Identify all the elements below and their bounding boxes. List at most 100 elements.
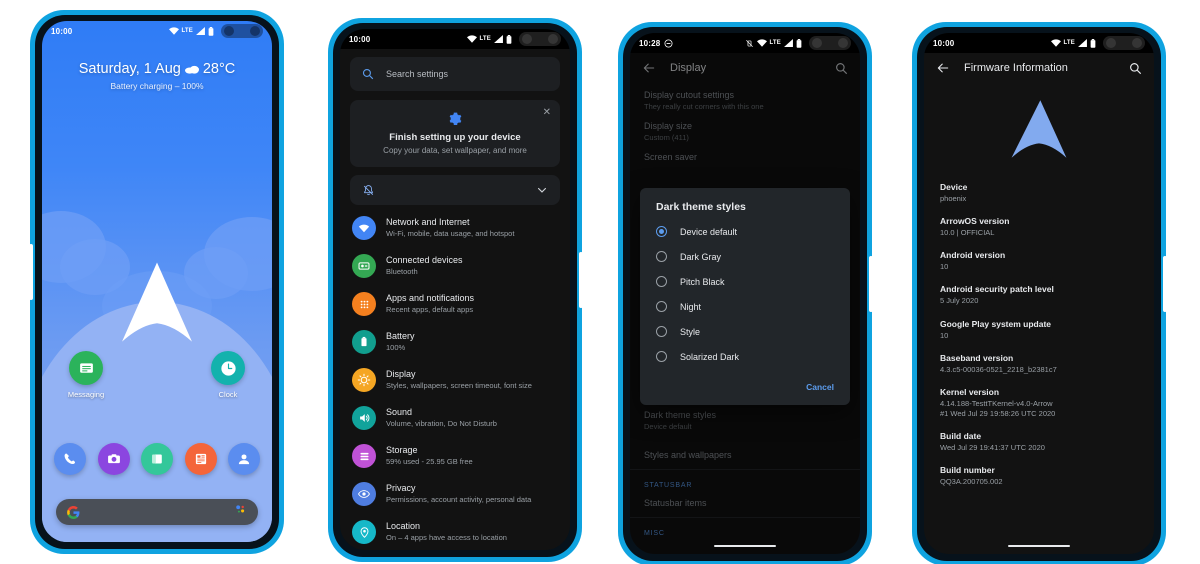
search-input[interactable]: Search settings [386, 69, 448, 79]
back-arrow-icon[interactable] [936, 61, 950, 75]
search-settings-bar[interactable]: Search settings [350, 57, 560, 91]
statusbar: 10:00 LTE [340, 29, 570, 49]
firmware-row-baseband[interactable]: Baseband version 4.3.c5-00036-0521_2218_… [924, 347, 1154, 381]
phone-3-screen: 10:28 LTE Display Display cutout setting… [630, 33, 860, 554]
network-type-label: LTE [769, 40, 781, 46]
firmware-row-android-version[interactable]: Android version 10 [924, 244, 1154, 278]
option-label: Pitch Black [680, 276, 725, 287]
row-title: Baseband version [940, 352, 1014, 363]
row-value: 10.0 | OFFICIAL [940, 228, 995, 238]
google-assistant-icon[interactable] [234, 503, 247, 521]
cloud-icon [184, 65, 199, 74]
setup-suggestion-card[interactable]: ✕ Finish setting up your device Copy you… [350, 100, 560, 167]
settings-item-display[interactable]: Display Styles, wallpapers, screen timeo… [340, 361, 570, 399]
dialog-title: Dark theme styles [656, 201, 746, 213]
row-value: 4.14.188-TesttTKernel-v4.0-Arrow #1 Wed … [940, 398, 1056, 418]
clock-widget[interactable]: Saturday, 1 Aug 28°C [42, 61, 272, 77]
sound-icon [352, 406, 376, 430]
signal-icon [494, 35, 503, 43]
calculator-icon[interactable] [184, 443, 217, 475]
settings-item-connected-devices[interactable]: Connected devices Bluetooth [340, 247, 570, 285]
network-type-label: LTE [1063, 40, 1075, 46]
google-g-icon [67, 505, 80, 519]
firmware-row-arrowos-version[interactable]: ArrowOS version 10.0 | OFFICIAL [924, 210, 1154, 244]
battery-icon [796, 38, 802, 48]
item-subtitle: Volume, vibration, Do Not Disturb [386, 419, 497, 429]
settings-item-storage[interactable]: Storage 59% used - 25.95 GB free [340, 437, 570, 475]
close-icon[interactable]: ✕ [543, 108, 551, 118]
radio-option-pitch-black[interactable]: Pitch Black [640, 269, 850, 294]
statusbar-clock: 10:00 [933, 38, 955, 48]
navigation-gesture-pill[interactable] [1008, 544, 1070, 547]
phone-2-screen: 10:00 LTE Search settings ✕ Finish setti… [340, 29, 570, 550]
radio-option-style[interactable]: Style [640, 319, 850, 344]
files-icon[interactable] [141, 443, 173, 475]
settings-item-battery[interactable]: Battery 100% [340, 323, 570, 361]
settings-item-network[interactable]: Network and Internet Wi-Fi, mobile, data… [340, 209, 570, 247]
row-value: phoenix [940, 194, 967, 203]
contacts-icon[interactable] [228, 443, 260, 475]
radio-option-device-default[interactable]: Device default [640, 219, 850, 244]
item-subtitle: Permissions, account activity, personal … [386, 495, 532, 505]
option-label: Device default [680, 226, 738, 237]
app-label: Clock [218, 390, 238, 399]
settings-item-location[interactable]: Location On – 4 apps have access to loca… [340, 513, 570, 550]
phone-bezel: 10:28 LTE Display Display cutout setting… [623, 27, 867, 561]
arrowos-logo [924, 85, 1154, 176]
phone-side-button[interactable] [579, 252, 583, 308]
phone-side-button[interactable] [869, 256, 873, 312]
clock-widget-date: Saturday, 1 Aug [78, 61, 181, 77]
network-type-label: LTE [479, 36, 491, 42]
firmware-row-play-system-update[interactable]: Google Play system update 10 [924, 313, 1154, 347]
phone-icon[interactable] [54, 443, 86, 475]
phone-2-settings: 10:00 LTE Search settings ✕ Finish setti… [328, 18, 583, 562]
clock-icon [211, 351, 245, 385]
page-title: Firmware Information [964, 62, 1068, 74]
app-icon-messaging[interactable]: Messaging [60, 351, 112, 399]
row-value: 10 [940, 330, 949, 340]
app-icon-clock[interactable]: Clock [202, 351, 254, 399]
statusbar-clock: 10:28 [639, 38, 661, 48]
settings-item-privacy[interactable]: Privacy Permissions, account activity, p… [340, 475, 570, 513]
item-title: Sound [386, 407, 413, 418]
firmware-row-kernel[interactable]: Kernel version 4.14.188-TesttTKernel-v4.… [924, 381, 1154, 425]
statusbar: 10:28 LTE [630, 33, 860, 53]
phone-side-button[interactable] [29, 244, 33, 300]
chevron-down-icon[interactable] [536, 184, 548, 196]
signal-icon [1078, 39, 1087, 47]
settings-item-apps[interactable]: Apps and notifications Recent apps, defa… [340, 285, 570, 323]
battery-icon [208, 26, 214, 36]
camera-icon[interactable] [97, 443, 130, 475]
camera-punch-hole [1103, 36, 1145, 50]
item-subtitle: 59% used - 25.95 GB free [386, 457, 473, 467]
row-title: Android version [940, 250, 1006, 261]
radio-icon [656, 251, 667, 262]
settings-item-sound[interactable]: Sound Volume, vibration, Do Not Disturb [340, 399, 570, 437]
settings-list: Network and Internet Wi-Fi, mobile, data… [340, 209, 570, 550]
radio-option-dark-gray[interactable]: Dark Gray [640, 244, 850, 269]
option-label: Night [680, 301, 702, 312]
radio-option-solarized-dark[interactable]: Solarized Dark [640, 344, 850, 369]
wifi-icon [466, 35, 477, 43]
battery-status-text: Battery charging – 100% [110, 81, 204, 91]
screenshot-stage: 10:00 LTE Saturday, 1 Aug 28°C Battery c… [0, 0, 1200, 564]
item-title: Location [386, 521, 421, 532]
display-brightness-icon [352, 368, 376, 392]
navigation-gesture-pill[interactable] [714, 544, 776, 547]
firmware-row-device[interactable]: Device phoenix [924, 176, 1154, 210]
cancel-button[interactable]: Cancel [806, 382, 834, 392]
firmware-row-security-patch[interactable]: Android security patch level 5 July 2020 [924, 278, 1154, 312]
firmware-row-build-date[interactable]: Build date Wed Jul 29 19:41:37 UTC 2020 [924, 425, 1154, 459]
camera-punch-hole [519, 32, 561, 46]
firmware-row-build-number[interactable]: Build number QQ3A.200705.002 [924, 459, 1154, 493]
google-search-bar[interactable] [56, 499, 258, 525]
connected-devices-icon [352, 254, 376, 278]
search-icon[interactable] [1129, 62, 1142, 75]
row-value: Wed Jul 29 19:41:37 UTC 2020 [940, 443, 1045, 452]
gear-icon [449, 112, 461, 125]
radio-selected-icon [656, 226, 667, 237]
clock-widget-temperature: 28°C [202, 61, 236, 77]
phone-side-button[interactable] [1163, 256, 1167, 312]
notifications-collapse-row[interactable] [350, 175, 560, 205]
radio-option-night[interactable]: Night [640, 294, 850, 319]
